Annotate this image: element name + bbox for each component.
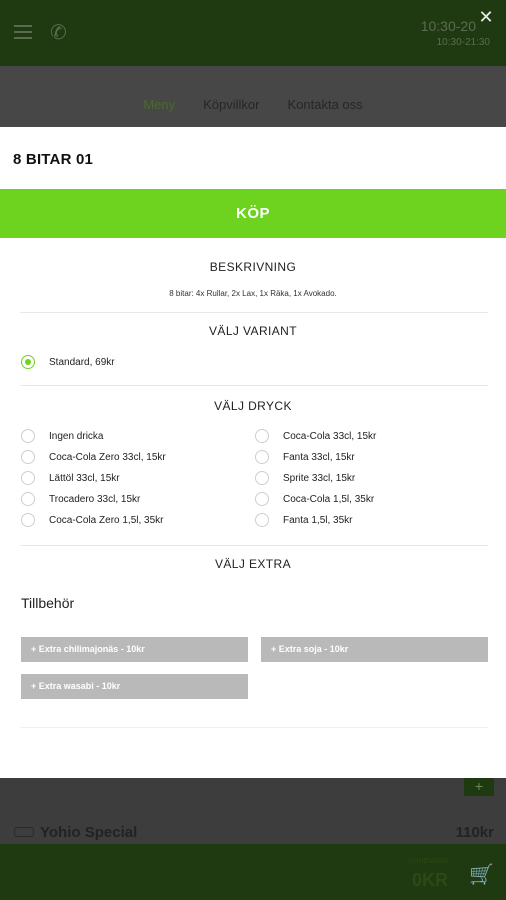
menu-item-name: Yohio Special [40,824,138,841]
radio-icon[interactable] [21,450,35,464]
add-item-button[interactable]: + [464,778,494,796]
hamburger-menu-icon[interactable] [14,25,32,39]
variant-heading: VÄLJ VARIANT [209,324,297,338]
opening-hours-sub: 10:30-21:30 [436,37,490,48]
drink-label: Coca-Cola Zero 1,5l, 35kr [49,514,164,526]
product-title: 8 BITAR 01 [13,151,94,168]
drink-label: Ingen dricka [49,430,104,442]
cart-label: KUNDVAGN [408,858,448,865]
drink-option[interactable]: Coca-Cola 33cl, 15kr [255,428,376,444]
main-nav: Meny Köpvillkor Kontakta oss [0,66,506,127]
extra-heading: VÄLJ EXTRA [214,557,292,571]
drink-label: Coca-Cola Zero 33cl, 15kr [49,451,166,463]
app-header: ✆ 10:30-20 10:30-21:30 [0,0,506,66]
drink-label: Sprite 33cl, 15kr [283,472,356,484]
radio-icon[interactable] [21,492,35,506]
drink-option[interactable]: Fanta 33cl, 15kr [255,449,355,465]
drink-label: Trocadero 33cl, 15kr [49,493,141,505]
drink-option[interactable]: Sprite 33cl, 15kr [255,470,355,486]
menu-list-background: + Yohio Special 110kr [0,778,506,844]
divider [20,385,488,386]
cart-footer: KUNDVAGN 0KR 🛒 [0,844,506,900]
cart-total: 0KR [411,870,448,890]
radio-checked-icon[interactable] [21,355,35,369]
drink-option[interactable]: Coca-Cola 1,5l, 35kr [255,491,374,507]
radio-icon[interactable] [21,429,35,443]
nav-item-kontakta[interactable]: Kontakta oss [288,97,363,112]
phone-icon[interactable]: ✆ [50,20,67,45]
close-modal-button[interactable]: ✕ [476,7,496,27]
description-heading: BESKRIVNING [209,260,297,274]
radio-icon[interactable] [21,471,35,485]
product-modal: 8 BITAR 01 KÖP BESKRIVNING 8 bitar: 4x R… [0,127,506,778]
radio-icon[interactable] [255,513,269,527]
item-icon [14,827,34,837]
radio-icon[interactable] [255,492,269,506]
radio-icon[interactable] [255,450,269,464]
extra-wasabi-button[interactable]: + Extra wasabi - 10kr [21,674,248,699]
nav-item-meny[interactable]: Meny [143,97,175,112]
radio-icon[interactable] [255,429,269,443]
divider [20,312,488,313]
variant-label: Standard, 69kr [49,356,115,368]
nav-item-kopvillkor[interactable]: Köpvillkor [203,97,259,112]
radio-icon[interactable] [21,513,35,527]
drink-label: Coca-Cola 33cl, 15kr [283,430,377,442]
drink-label: Coca-Cola 1,5l, 35kr [283,493,375,505]
drink-option[interactable]: Fanta 1,5l, 35kr [255,512,352,528]
drink-option[interactable]: Lättöl 33cl, 15kr [21,470,120,486]
description-text: 8 bitar: 4x Rullar, 2x Lax, 1x Räka, 1x … [169,289,337,298]
drink-label: Fanta 33cl, 15kr [283,451,355,463]
opening-hours: 10:30-20 [420,18,476,34]
drink-option[interactable]: Trocadero 33cl, 15kr [21,491,140,507]
radio-icon[interactable] [255,471,269,485]
accessories-heading: Tillbehör [21,595,75,611]
buy-button[interactable]: KÖP [0,189,506,238]
drink-option[interactable]: Coca-Cola Zero 33cl, 15kr [21,449,166,465]
cart-icon[interactable]: 🛒 [469,862,494,887]
drink-option[interactable]: Coca-Cola Zero 1,5l, 35kr [21,512,164,528]
divider [20,727,488,728]
drink-label: Fanta 1,5l, 35kr [283,514,353,526]
drink-heading: VÄLJ DRYCK [214,399,292,413]
variant-option[interactable]: Standard, 69kr [21,354,115,370]
drink-option[interactable]: Ingen dricka [21,428,103,444]
extra-soja-button[interactable]: + Extra soja - 10kr [261,637,488,662]
menu-item-price: 110kr [455,824,494,841]
extra-chilimajonas-button[interactable]: + Extra chilimajonäs - 10kr [21,637,248,662]
divider [20,545,488,546]
drink-label: Lättöl 33cl, 15kr [49,472,120,484]
